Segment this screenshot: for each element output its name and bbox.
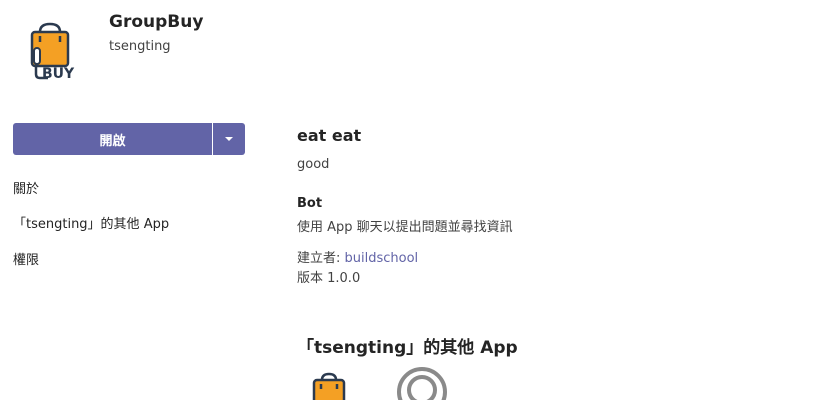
capability-title: Bot (297, 196, 323, 211)
open-options-dropdown[interactable] (213, 123, 245, 155)
sidebar-item-permissions[interactable]: 權限 (13, 249, 39, 268)
app-logo: BUY (26, 22, 82, 84)
open-button[interactable]: 開啟 (13, 123, 212, 155)
sidebar-item-other-apps[interactable]: 「tsengting」的其他 App (13, 213, 169, 232)
more-app-groupbuy[interactable] (310, 372, 350, 400)
shopping-bag-icon: BUY (30, 22, 75, 82)
app-description: good (297, 157, 330, 172)
version-text: 版本 1.0.0 (297, 271, 361, 286)
more-app-other[interactable] (396, 366, 448, 400)
creator-line: 建立者: buildschool (297, 247, 418, 266)
creator-label: 建立者: (297, 251, 345, 266)
svg-text:BUY: BUY (42, 66, 75, 82)
app-developer: tsengting (109, 39, 171, 54)
ring-logo-icon (397, 367, 447, 400)
shopping-bag-icon (312, 372, 346, 400)
sidebar-item-about[interactable]: 關於 (13, 178, 39, 197)
creator-link[interactable]: buildschool (345, 251, 419, 266)
app-name: GroupBuy (109, 12, 204, 32)
capability-description: 使用 App 聊天以提出問題並尋找資訊 (297, 220, 513, 235)
more-apps-title: 「tsengting」的其他 App (297, 338, 518, 358)
open-button-group: 開啟 (13, 123, 245, 155)
app-title: eat eat (297, 126, 362, 145)
